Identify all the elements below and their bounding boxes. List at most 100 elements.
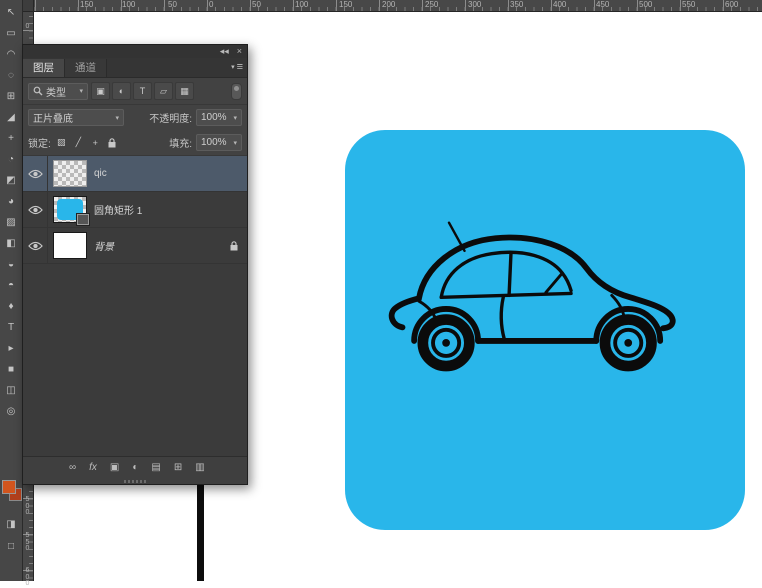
link-layers-icon[interactable]: ∞: [69, 457, 76, 479]
dock-edge-divider: [197, 485, 204, 581]
add-layer-mask-icon[interactable]: ▣: [110, 457, 119, 479]
healing-brush-tool[interactable]: +: [0, 128, 22, 149]
car-rear-window: [546, 273, 562, 292]
color-swatches: [2, 480, 22, 502]
opacity-value[interactable]: 100% ▾: [196, 109, 242, 126]
filter-type-layers-icon[interactable]: T: [133, 82, 152, 100]
lock-image-pixels-button[interactable]: ╱: [72, 136, 85, 150]
blur-tool[interactable]: ◒: [0, 254, 22, 275]
h-ruler-number: 50: [166, 0, 177, 9]
type-tool[interactable]: T: [0, 317, 22, 338]
opacity-label: 不透明度:: [149, 110, 192, 125]
panel-menu-button[interactable]: ▾ ≡: [231, 61, 243, 73]
layer-list: qic 圆角矩形 1 背景: [23, 156, 247, 456]
filter-smart-objects-icon[interactable]: ▦: [175, 82, 194, 100]
quick-mask-button[interactable]: ◨: [0, 516, 22, 532]
v-ruler-number: 6 0 0: [23, 568, 32, 588]
lasso-tool[interactable]: ◠: [0, 44, 22, 65]
layer-visibility-toggle[interactable]: [23, 156, 48, 191]
h-ruler-number: 350: [508, 0, 523, 9]
collapse-to-icons-button[interactable]: ◂◂: [220, 45, 229, 58]
lock-position-button[interactable]: +: [89, 136, 102, 150]
v-ruler-number: 0: [23, 24, 32, 31]
quick-selection-tool[interactable]: ◌: [0, 65, 22, 86]
v-ruler-number: 5 5 0: [23, 533, 32, 553]
move-tool[interactable]: ↖: [0, 2, 22, 23]
path-selection-tool[interactable]: ▸: [0, 338, 22, 359]
tab-channels[interactable]: 通道: [65, 59, 107, 77]
tab-layers[interactable]: 图层: [23, 59, 65, 77]
delete-layer-icon[interactable]: ▥: [195, 457, 204, 479]
h-ruler-number: 200: [380, 0, 395, 9]
opacity-amount: 100%: [201, 112, 227, 123]
fill-amount: 100%: [201, 137, 227, 148]
filter-buttons: ▣◐T▱▦: [91, 82, 194, 100]
menu-arrow-icon: ▾: [231, 63, 235, 71]
hamburger-menu-icon: ≡: [237, 61, 243, 73]
lock-label: 锁定:: [28, 135, 51, 150]
clone-stamp-tool[interactable]: ◩: [0, 170, 22, 191]
crop-tool[interactable]: ⊞: [0, 86, 22, 107]
layer-filter-type-select[interactable]: 类型 ▾: [28, 83, 88, 100]
layer-row-rounded-rectangle[interactable]: 圆角矩形 1: [23, 192, 247, 228]
layer-visibility-toggle[interactable]: [23, 228, 48, 263]
new-adjustment-layer-icon[interactable]: ◐: [132, 457, 138, 479]
zoom-tool[interactable]: ◎: [0, 401, 22, 422]
screen-mode-button[interactable]: □: [0, 538, 22, 554]
layer-row-qic[interactable]: qic: [23, 156, 247, 192]
marquee-tool[interactable]: ▭: [0, 23, 22, 44]
lock-transparent-pixels-button[interactable]: ▨: [55, 136, 68, 150]
new-group-icon[interactable]: ▤: [151, 457, 160, 479]
blend-mode-select[interactable]: 正片叠底 ▾: [28, 109, 124, 126]
filter-adjustment-layers-icon[interactable]: ◐: [112, 82, 131, 100]
h-ruler-number: 100: [293, 0, 308, 9]
filter-shape-layers-icon[interactable]: ▱: [154, 82, 173, 100]
eraser-tool[interactable]: ▨: [0, 212, 22, 233]
artboard[interactable]: [345, 130, 745, 530]
horizontal-ruler[interactable]: 1501005005010015020025030035040045050055…: [22, 0, 762, 12]
fill-label: 填充:: [169, 135, 192, 150]
layer-visibility-toggle[interactable]: [23, 192, 48, 227]
toolbar-tools: ↖▭◠◌⊞◢+◔◩◕▨◧◒◓♦T▸■◫◎: [0, 0, 22, 422]
car-door-line: [501, 297, 504, 339]
layer-thumbnail[interactable]: [54, 233, 86, 258]
lock-all-button[interactable]: [106, 136, 119, 150]
car-beltline: [441, 293, 571, 297]
new-layer-icon[interactable]: ⊞: [174, 457, 182, 479]
h-ruler-number: 100: [120, 0, 135, 9]
chevron-down-icon: ▾: [233, 114, 237, 122]
car-illustration: [387, 214, 697, 381]
h-ruler-number: 50: [250, 0, 261, 9]
ruler-origin-corner[interactable]: [22, 0, 34, 12]
layer-thumbnail[interactable]: [54, 161, 86, 186]
close-panel-button[interactable]: ×: [237, 45, 242, 58]
tools-panel: ↖▭◠◌⊞◢+◔◩◕▨◧◒◓♦T▸■◫◎ ◨ □: [0, 0, 23, 581]
blend-options-row: 正片叠底 ▾ 不透明度: 100% ▾: [23, 105, 247, 130]
panel-tab-bar: 图层 通道 ▾ ≡: [23, 58, 247, 78]
dodge-tool[interactable]: ◓: [0, 275, 22, 296]
layers-panel: ◂◂ × 图层 通道 ▾ ≡ 类型 ▾ ▣◐T▱▦ 正片叠底 ▾ 不透明度: 1…: [22, 44, 248, 485]
h-ruler-number: 500: [637, 0, 652, 9]
car-b-pillar: [509, 253, 511, 296]
h-ruler-number: 300: [466, 0, 481, 9]
v-ruler-number: 5 0 0: [23, 497, 32, 517]
history-brush-tool[interactable]: ◕: [0, 191, 22, 212]
h-ruler-number: 150: [78, 0, 93, 9]
shape-tool[interactable]: ■: [0, 359, 22, 380]
background-lock-icon: [230, 241, 238, 251]
filter-type-label: 类型: [46, 84, 66, 99]
blend-mode-value: 正片叠底: [33, 110, 73, 125]
gradient-tool[interactable]: ◧: [0, 233, 22, 254]
pen-tool[interactable]: ♦: [0, 296, 22, 317]
foreground-color-swatch[interactable]: [2, 480, 16, 494]
layer-style-fx-icon[interactable]: fx: [89, 457, 97, 479]
filter-pixel-layers-icon[interactable]: ▣: [91, 82, 110, 100]
layer-row-background[interactable]: 背景: [23, 228, 247, 264]
brush-tool[interactable]: ◔: [0, 149, 22, 170]
layer-thumbnail[interactable]: [54, 197, 86, 222]
hand-tool[interactable]: ◫: [0, 380, 22, 401]
eyedropper-tool[interactable]: ◢: [0, 107, 22, 128]
fill-value[interactable]: 100% ▾: [196, 134, 242, 151]
layer-filter-toggle[interactable]: [231, 83, 242, 100]
panel-resize-grip[interactable]: [23, 479, 247, 484]
